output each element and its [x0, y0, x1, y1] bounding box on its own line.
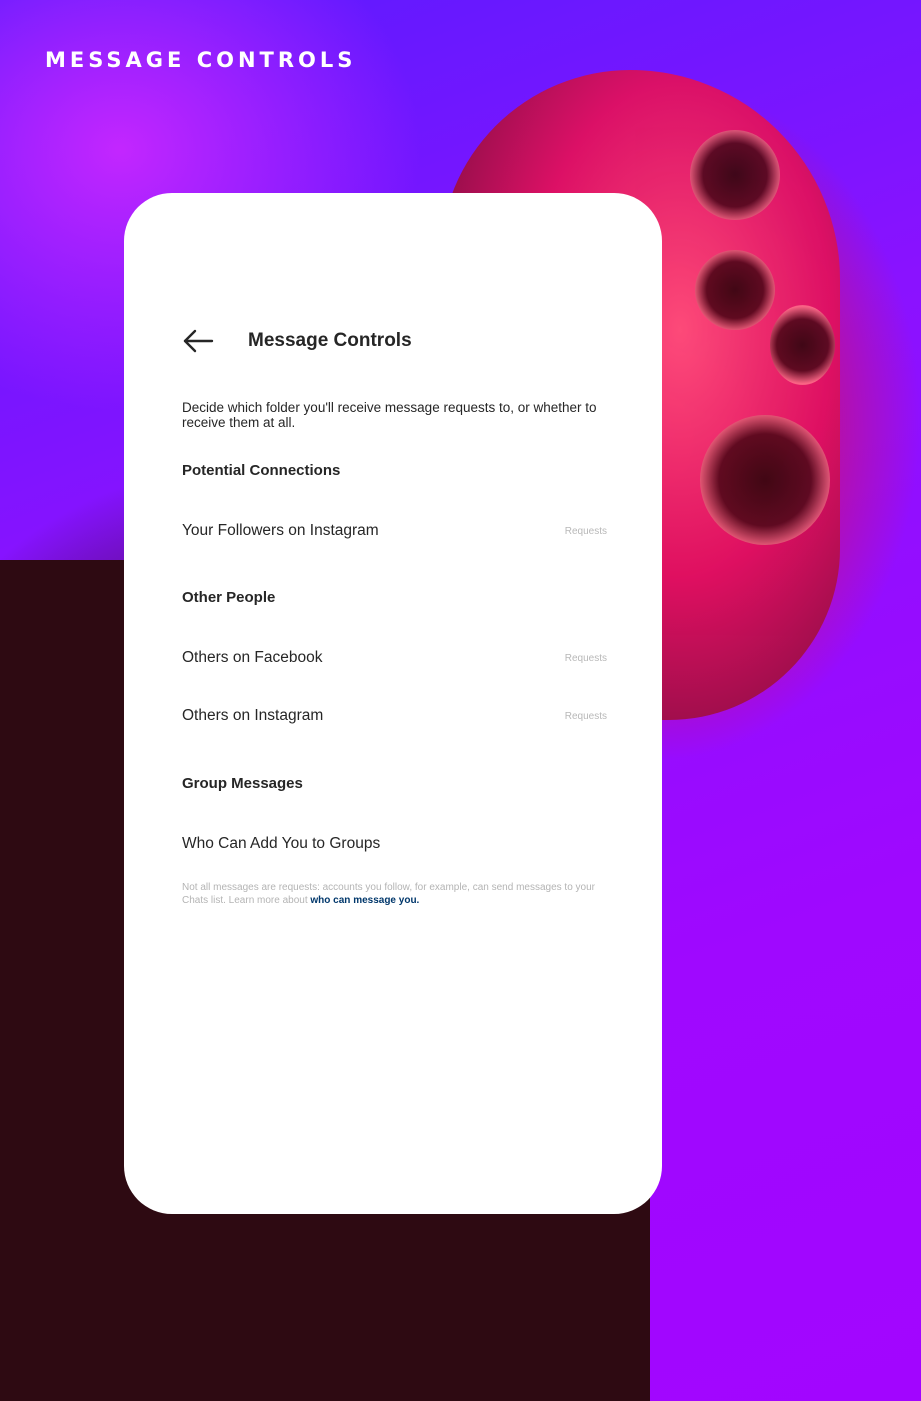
- section-heading-other-people: Other People: [182, 589, 276, 606]
- row-label: Others on Instagram: [182, 707, 324, 724]
- row-followers-on-instagram[interactable]: Your Followers on Instagram Requests: [182, 518, 607, 544]
- row-others-on-facebook[interactable]: Others on Facebook Requests: [182, 645, 607, 671]
- phone-screen-card: Message Controls Decide which folder you…: [124, 193, 662, 1214]
- who-can-message-you-link[interactable]: who can message you.: [310, 895, 419, 906]
- row-label: Others on Facebook: [182, 649, 323, 666]
- row-label: Your Followers on Instagram: [182, 522, 379, 539]
- page-label: MESSAGE CONTROLS: [45, 48, 357, 72]
- row-value: Requests: [564, 652, 607, 664]
- row-who-can-add-you-to-groups[interactable]: Who Can Add You to Groups: [182, 831, 607, 857]
- description-text: Decide which folder you'll receive messa…: [182, 400, 597, 430]
- row-others-on-instagram[interactable]: Others on Instagram Requests: [182, 703, 607, 729]
- footnote: Not all messages are requests: accounts …: [182, 881, 612, 907]
- header: [182, 327, 218, 355]
- back-arrow-icon[interactable]: [182, 327, 218, 355]
- row-label: Who Can Add You to Groups: [182, 835, 381, 852]
- row-value: Requests: [564, 525, 607, 537]
- section-heading-group-messages: Group Messages: [182, 775, 303, 792]
- section-heading-potential-connections: Potential Connections: [182, 462, 341, 479]
- page-title: Message Controls: [248, 330, 412, 351]
- row-value: Requests: [564, 710, 607, 722]
